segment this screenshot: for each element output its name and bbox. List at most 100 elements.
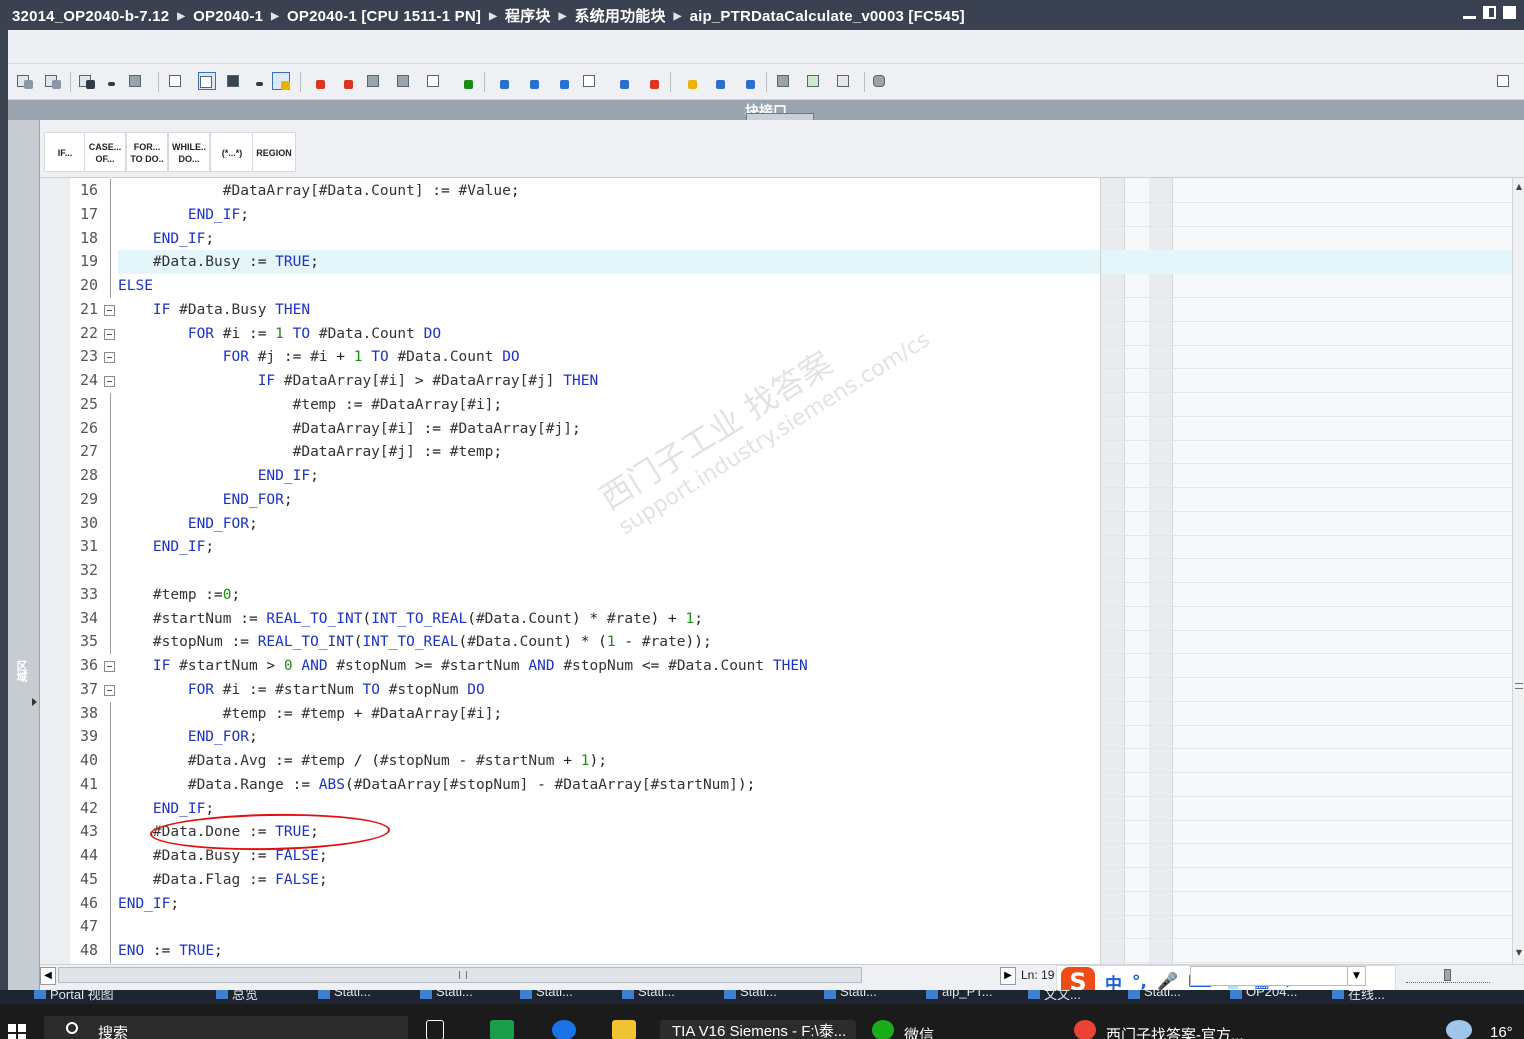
template-if[interactable]: IF... (44, 132, 86, 172)
code-line[interactable]: #Data.Avg := #temp / (#stopNum - #startN… (118, 749, 607, 773)
horizontal-scroll-thumb[interactable] (58, 967, 862, 983)
code-line[interactable]: #temp := #temp + #DataArray[#i]; (118, 702, 502, 726)
dropdown-arrow-icon[interactable] (100, 72, 118, 90)
breadcrumb-system-blocks[interactable]: 系统用功能块 (574, 8, 665, 25)
fold-toggle-icon[interactable] (104, 352, 115, 364)
breadcrumb-block[interactable]: aip_PTRDataCalculate_v0003 [FC545] (690, 8, 965, 25)
portal-tab[interactable]: Stati... (318, 990, 371, 1004)
code-line[interactable]: ELSE (118, 274, 153, 298)
code-line[interactable]: #Data.Range := ABS(#DataArray[#stopNum] … (118, 773, 756, 797)
taskbar-search[interactable]: 搜索 (44, 1016, 408, 1039)
code-line[interactable]: #stopNum := REAL_TO_INT(INT_TO_REAL(#Dat… (118, 630, 712, 654)
portal-tab[interactable]: OP204... (1230, 990, 1297, 1004)
delete-breakpoint-icon[interactable] (336, 72, 354, 90)
monitor-off-icon[interactable] (836, 72, 854, 90)
portal-tab[interactable]: 在线... (1332, 990, 1385, 1004)
scroll-grip[interactable] (1515, 683, 1523, 689)
template-while[interactable]: WHILE.. DO... (168, 132, 210, 172)
undo-icon[interactable] (708, 72, 726, 90)
scl-code-editor[interactable]: 16 17 18 19 20 21 22 23 24 25 26 27 28 29 30 31 32 33 34 35… (40, 178, 1100, 964)
block-interface-bar[interactable]: 块接口 (8, 100, 1524, 121)
zoom-select[interactable]: ▼ (1190, 966, 1366, 986)
fold-toggle-icon[interactable] (104, 661, 115, 672)
code-line[interactable]: END_IF; (118, 797, 214, 821)
set-breakpoint-icon[interactable] (308, 72, 326, 90)
punctuation-icon[interactable]: °, (1132, 972, 1147, 992)
portal-tab[interactable]: Stati... (622, 990, 675, 1004)
fold-toggle-icon[interactable] (104, 684, 115, 696)
scroll-right-icon[interactable]: ▶ (1000, 967, 1016, 985)
list-view-icon[interactable] (168, 72, 186, 90)
portal-tab[interactable]: Stati... (724, 990, 777, 1004)
redo-icon[interactable] (738, 72, 756, 90)
tile-icon[interactable] (1483, 6, 1496, 19)
side-tab-regions[interactable]: 区域 (8, 120, 40, 990)
spreadsheet-app-icon[interactable] (490, 1020, 514, 1039)
code-line[interactable]: #startNum := REAL_TO_INT(INT_TO_REAL(#Da… (118, 607, 703, 631)
code-area[interactable]: #DataArray[#Data.Count] := #Value; END_I… (118, 178, 1100, 964)
wechat-icon[interactable] (872, 1020, 894, 1039)
fold-toggle-icon[interactable] (104, 328, 115, 340)
indent-icon[interactable] (492, 72, 510, 90)
portal-tab[interactable]: Stati... (1128, 990, 1181, 1004)
database-icon[interactable] (872, 72, 890, 90)
code-line[interactable]: #DataArray[#j] := #temp; (118, 440, 503, 464)
code-line[interactable]: IF #Data.Busy THEN (118, 298, 310, 322)
code-line[interactable]: END_IF; (118, 464, 319, 488)
dropdown-arrow-icon[interactable] (248, 72, 266, 90)
code-line[interactable]: END_FOR; (118, 512, 258, 536)
code-line[interactable]: FOR #i := #startNum TO #stopNum DO (118, 678, 485, 702)
vertical-scrollbar[interactable]: ▲ ▼ (1512, 178, 1524, 964)
weather-icon[interactable] (1446, 1020, 1472, 1039)
bookmark-icon[interactable] (612, 72, 630, 90)
code-line[interactable]: IF #startNum > 0 AND #stopNum >= #startN… (118, 654, 808, 678)
code-line[interactable]: #Data.Flag := FALSE; (118, 868, 328, 892)
template-case[interactable]: CASE... OF... (84, 132, 126, 172)
monitoring-icon[interactable] (776, 72, 794, 90)
code-line[interactable]: #Data.Done := TRUE; (118, 820, 319, 844)
layout-icon[interactable] (1496, 72, 1514, 90)
monitor-on-icon[interactable] (806, 72, 824, 90)
portal-tab[interactable]: 总览 (216, 990, 258, 1004)
code-line[interactable]: END_IF; (118, 535, 214, 559)
fold-toggle-icon[interactable] (104, 304, 115, 316)
portal-tab[interactable]: Stati... (420, 990, 473, 1004)
code-line[interactable]: FOR #i := 1 TO #Data.Count DO (118, 322, 441, 346)
breadcrumb-cpu[interactable]: OP2040-1 [CPU 1511-1 PN] (287, 8, 481, 25)
portal-tab[interactable]: aip_PT... (926, 990, 993, 1004)
expand-arrow-icon[interactable] (32, 698, 37, 706)
next-bookmark-icon[interactable] (642, 72, 660, 90)
network-comments-icon[interactable] (272, 72, 290, 90)
text-icon[interactable] (426, 72, 444, 90)
zoom-slider-knob[interactable] (1444, 969, 1451, 981)
breadcrumb-program-blocks[interactable]: 程序块 (505, 8, 551, 25)
insert-network-icon[interactable] (16, 72, 34, 90)
breadcrumb-station[interactable]: OP2040-1 (193, 8, 263, 25)
scroll-up-icon[interactable]: ▲ (1514, 180, 1524, 194)
maximize-icon[interactable] (1503, 6, 1516, 19)
template-comment[interactable]: (*...*) (210, 132, 254, 172)
find-icon[interactable] (396, 72, 414, 90)
fold-toggle-icon[interactable] (104, 376, 115, 387)
chrome-icon[interactable] (1074, 1020, 1096, 1039)
portal-tab[interactable]: Stati... (520, 990, 573, 1004)
code-line[interactable]: FOR #j := #i + 1 TO #Data.Count DO (118, 345, 520, 369)
collapse-all-icon[interactable] (680, 72, 698, 90)
scroll-left-icon[interactable]: ◀ (40, 967, 56, 985)
browser-app-icon[interactable] (552, 1020, 576, 1039)
windows-start-icon[interactable] (8, 1024, 26, 1039)
code-line[interactable]: END_IF; (118, 203, 249, 227)
portal-tab[interactable]: Portal 视图 (34, 990, 114, 1004)
template-region[interactable]: REGION (252, 132, 296, 172)
code-line[interactable]: #DataArray[#i] := #DataArray[#j]; (118, 417, 581, 441)
insert-row-icon[interactable] (78, 72, 96, 90)
chevron-down-icon[interactable]: ▼ (1347, 967, 1365, 985)
absolute-operands-icon[interactable] (198, 72, 216, 90)
outdent-icon[interactable] (522, 72, 540, 90)
go-to-icon[interactable] (366, 72, 384, 90)
code-line[interactable]: #Data.Busy := FALSE; (118, 844, 328, 868)
template-for[interactable]: FOR... TO DO.. (126, 132, 168, 172)
block-call-icon[interactable] (128, 72, 146, 90)
code-line[interactable]: END_FOR; (118, 488, 293, 512)
comment-icon[interactable] (552, 72, 570, 90)
